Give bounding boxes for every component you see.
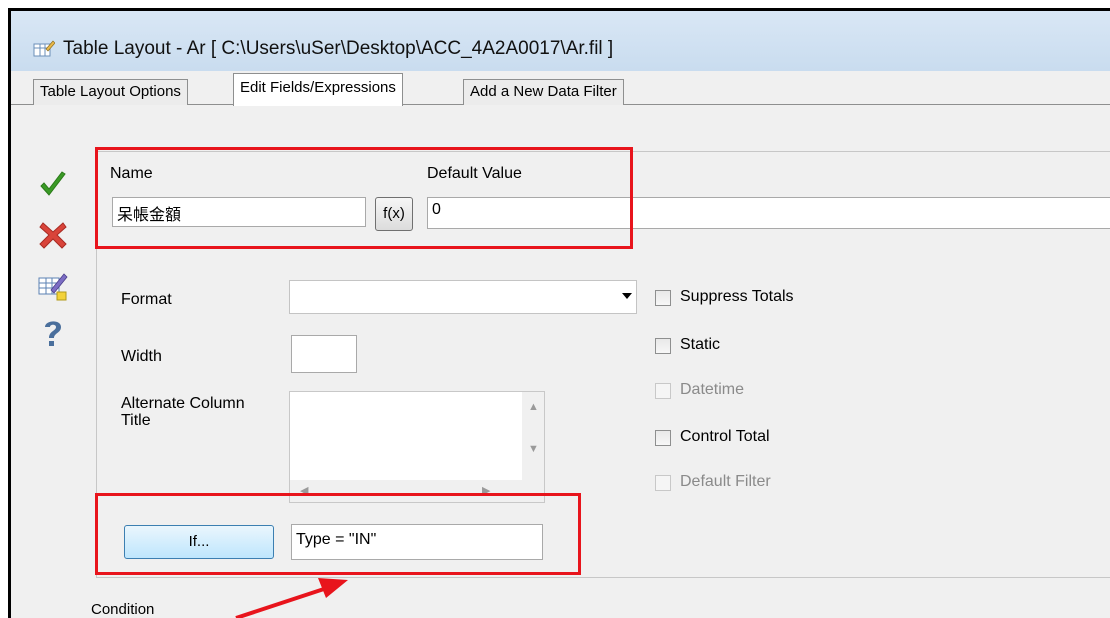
control-total-label: Control Total	[680, 428, 770, 445]
scroll-up-icon[interactable]: ▲	[528, 402, 539, 413]
format-dropdown[interactable]	[289, 280, 637, 314]
control-total-checkbox[interactable]	[655, 430, 671, 446]
table-layout-icon	[33, 40, 55, 57]
datetime-checkbox	[655, 383, 671, 399]
title-bar: Table Layout - Ar [ C:\Users\uSer\Deskto…	[11, 11, 1110, 71]
suppress-totals-checkbox[interactable]	[655, 290, 671, 306]
tab-table-layout-options[interactable]: Table Layout Options	[33, 79, 188, 105]
window-title: Table Layout - Ar [ C:\Users\uSer\Deskto…	[63, 38, 614, 59]
help-question-icon[interactable]	[37, 317, 69, 349]
tab-edit-fields-expressions[interactable]: Edit Fields/Expressions	[233, 73, 403, 106]
condition-label: Condition	[91, 601, 155, 618]
width-label: Width	[121, 348, 162, 365]
alternate-column-title-label-line1: Alternate Column	[121, 395, 245, 412]
suppress-totals-label: Suppress Totals	[680, 288, 794, 305]
highlight-box-condition	[95, 493, 581, 575]
default-filter-checkbox	[655, 475, 671, 491]
format-label: Format	[121, 291, 172, 308]
alternate-column-title-field[interactable]: ▲ ▼ ◀ ▶	[289, 391, 545, 503]
width-field[interactable]	[291, 335, 357, 373]
static-checkbox[interactable]	[655, 338, 671, 354]
tab-strip: Table Layout Options Edit Fields/Express…	[11, 71, 1110, 106]
edit-table-icon[interactable]	[37, 270, 69, 302]
highlight-box-name-default	[95, 147, 633, 249]
ok-checkmark-icon[interactable]	[37, 169, 69, 201]
vertical-scrollbar[interactable]: ▲ ▼	[522, 392, 544, 480]
default-filter-label: Default Filter	[680, 473, 771, 490]
tab-add-new-data-filter[interactable]: Add a New Data Filter	[463, 79, 624, 105]
datetime-label: Datetime	[680, 381, 745, 398]
alternate-column-title-label-line2: Title	[121, 412, 151, 429]
scroll-down-icon[interactable]: ▼	[528, 444, 539, 455]
static-label: Static	[680, 336, 721, 353]
alternate-column-title-label: Alternate Column Title	[121, 395, 245, 429]
chevron-down-icon	[622, 293, 632, 299]
cancel-x-icon[interactable]	[37, 219, 69, 251]
